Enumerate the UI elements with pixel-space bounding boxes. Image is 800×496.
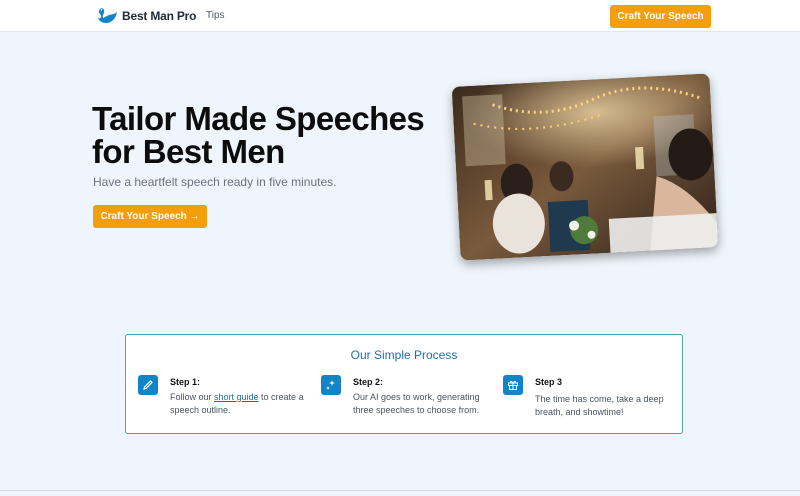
brand-name: Best Man Pro (122, 9, 197, 23)
step-2-body: Our AI goes to work, generating three sp… (353, 392, 480, 415)
step-1-title: Step 1: (170, 377, 201, 387)
step-1-body: Follow our short guide to create a speec… (170, 392, 304, 415)
process-section: Our Simple Process Step 1: Follow our sh… (125, 334, 683, 434)
hero-subtitle: Have a heartfelt speech ready in five mi… (93, 175, 337, 189)
hero-title: Tailor Made Speeches for Best Men (92, 100, 425, 170)
top-navbar: Best Man Pro Tips Craft Your Speech (0, 0, 800, 32)
brand-logo-link[interactable]: Best Man Pro (96, 6, 196, 26)
swan-logo-icon (98, 8, 117, 23)
step-3-title: Step 3 (535, 377, 563, 387)
step-3-body: The time has come, take a deep breath, a… (535, 394, 664, 417)
process-title: Our Simple Process (350, 348, 458, 362)
section-divider (0, 490, 800, 491)
gift-icon (503, 375, 523, 395)
sparkles-icon (321, 375, 341, 395)
nav-link-tips[interactable]: Tips (206, 10, 225, 21)
wedding-toast-photo (451, 73, 719, 261)
step-2-title: Step 2: (353, 377, 384, 387)
pencil-icon (138, 375, 158, 395)
nav-craft-speech-button[interactable]: Craft Your Speech (610, 5, 711, 28)
short-guide-link[interactable]: short guide (214, 392, 259, 402)
hero-craft-speech-button[interactable]: Craft Your Speech → (93, 205, 207, 228)
